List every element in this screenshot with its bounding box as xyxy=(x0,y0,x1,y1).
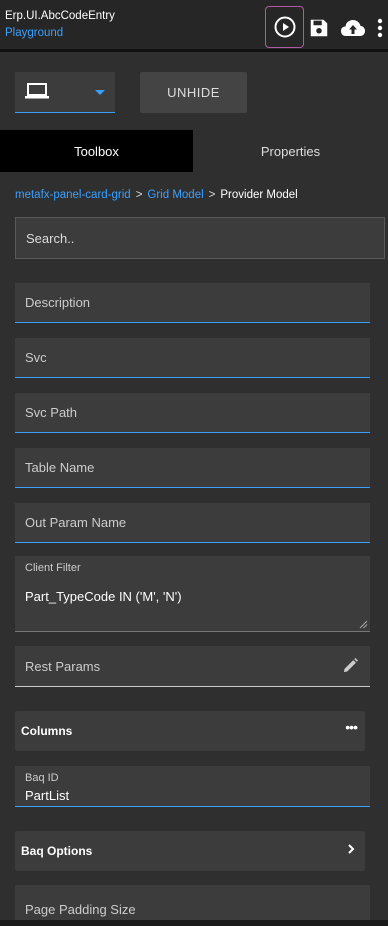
breadcrumb: metafx-panel-card-grid > Grid Model > Provid… xyxy=(15,189,298,201)
svc-path-label: Svc Path xyxy=(25,405,78,420)
tab-properties[interactable]: Properties xyxy=(193,130,388,172)
save-icon xyxy=(310,19,328,37)
run-button[interactable] xyxy=(265,6,304,48)
pencil-icon[interactable] xyxy=(343,658,358,673)
baq-id-label: Baq ID xyxy=(25,772,59,784)
panel-tabs: Toolbox Properties xyxy=(0,130,388,172)
svc-label: Svc xyxy=(25,350,47,365)
more-menu-button[interactable] xyxy=(372,8,388,48)
breadcrumb-link-panel[interactable]: metafx-panel-card-grid xyxy=(15,189,131,201)
columns-section[interactable]: Columns ••• xyxy=(15,711,365,751)
app-subtitle-link[interactable]: Playground xyxy=(5,27,63,39)
description-label: Description xyxy=(25,295,91,310)
search-input[interactable] xyxy=(15,217,385,259)
client-filter-value: Part_TypeCode IN ('M', 'N') xyxy=(25,589,182,604)
baq-id-field[interactable]: Baq ID PartList xyxy=(15,766,370,807)
out-param-name-field[interactable]: Out Param Name xyxy=(15,503,370,543)
rest-params-label: Rest Params xyxy=(25,659,101,674)
save-button[interactable] xyxy=(302,8,336,48)
page-padding-size-label: Page Padding Size xyxy=(25,902,136,917)
baq-options-label: Baq Options xyxy=(21,844,93,858)
tab-toolbox[interactable]: Toolbox xyxy=(0,130,193,172)
laptop-icon xyxy=(25,83,49,99)
app-header: Erp.UI.AbcCodeEntry Playground xyxy=(0,0,388,52)
device-select[interactable] xyxy=(15,72,115,113)
breadcrumb-separator: > xyxy=(135,189,143,201)
upload-button[interactable] xyxy=(336,8,370,48)
description-field[interactable]: Description xyxy=(15,283,370,323)
breadcrumb-link-grid-model[interactable]: Grid Model xyxy=(147,189,203,201)
table-name-label: Table Name xyxy=(25,460,95,475)
play-circle-icon xyxy=(274,16,295,38)
cloud-upload-icon xyxy=(341,20,365,36)
app-title: Erp.UI.AbcCodeEntry xyxy=(5,10,115,22)
client-filter-label: Client Filter xyxy=(25,562,81,574)
baq-id-value: PartList xyxy=(25,788,70,803)
rest-params-field[interactable]: Rest Params xyxy=(15,646,370,687)
breadcrumb-current: Provider Model xyxy=(220,189,298,201)
client-filter-textarea[interactable]: Client Filter Part_TypeCode IN ('M', 'N'… xyxy=(15,556,370,632)
unhide-button[interactable]: UNHIDE xyxy=(140,72,247,113)
columns-label: Columns xyxy=(21,724,73,738)
out-param-name-label: Out Param Name xyxy=(25,515,127,530)
resize-handle-icon[interactable] xyxy=(359,620,368,629)
chevron-down-icon xyxy=(95,90,105,95)
chevron-right-icon xyxy=(348,844,355,854)
breadcrumb-separator: > xyxy=(208,189,216,201)
bottom-bar xyxy=(0,920,388,926)
more-vertical-icon xyxy=(377,18,383,38)
svc-field[interactable]: Svc xyxy=(15,338,370,378)
svc-path-field[interactable]: Svc Path xyxy=(15,393,370,433)
more-horizontal-icon[interactable]: ••• xyxy=(345,719,358,735)
baq-options-section[interactable]: Baq Options xyxy=(15,831,365,871)
table-name-field[interactable]: Table Name xyxy=(15,448,370,488)
